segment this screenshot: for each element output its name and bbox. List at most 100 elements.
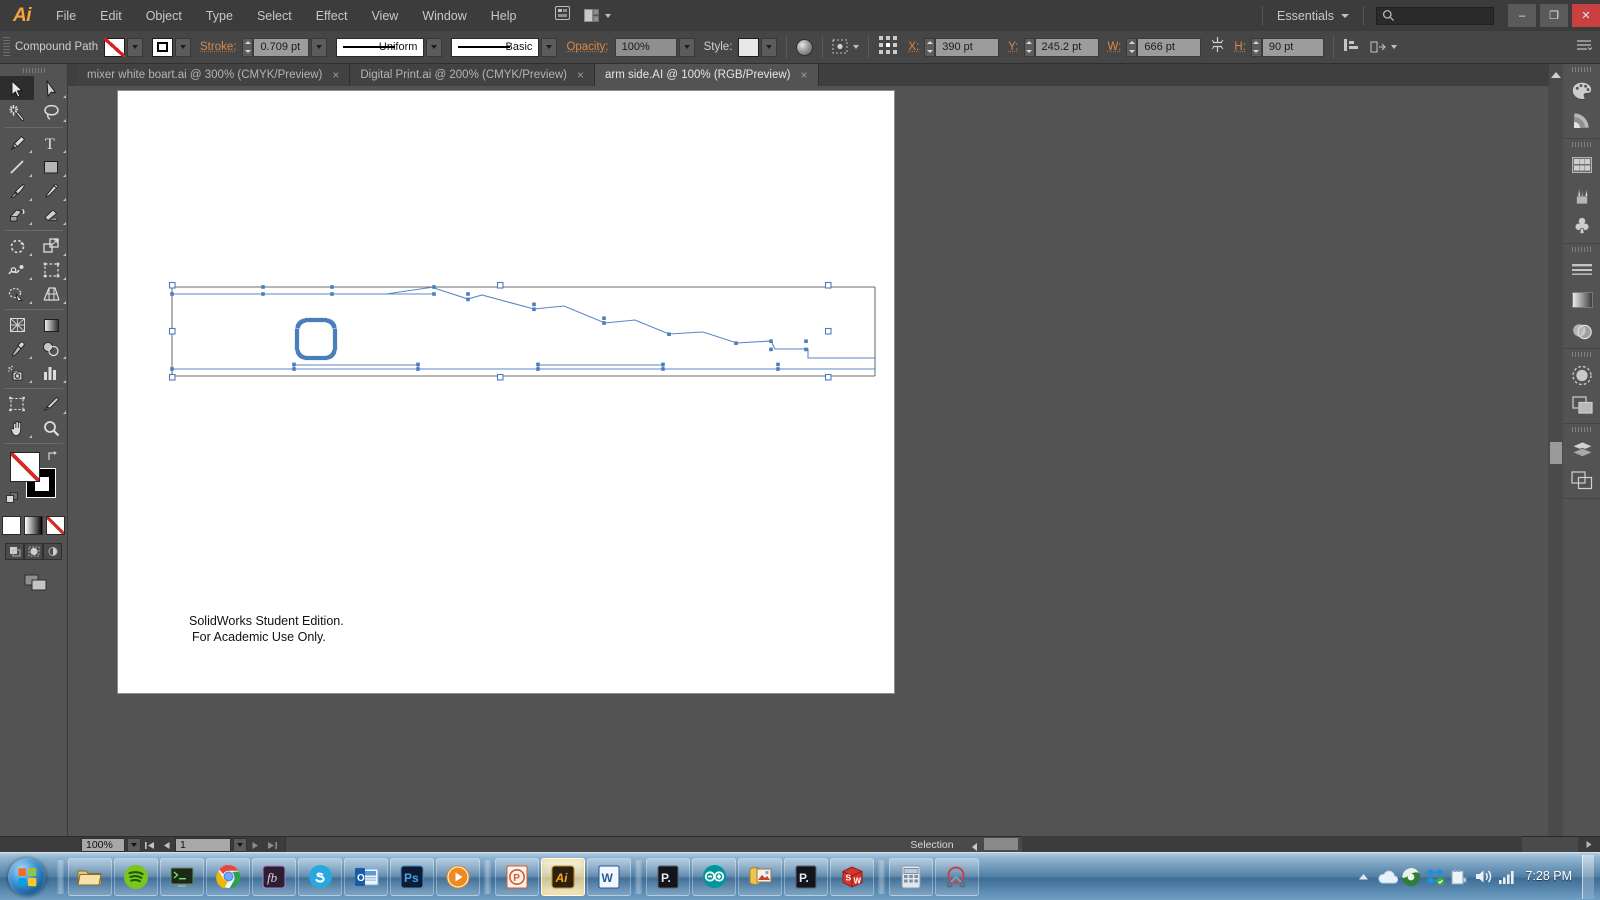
control-bar-overflow-icon[interactable] xyxy=(1576,38,1593,57)
reference-point-selector[interactable] xyxy=(878,35,899,60)
tab-close-icon[interactable]: × xyxy=(577,68,584,82)
menu-effect[interactable]: Effect xyxy=(304,0,360,31)
direct-selection-tool[interactable] xyxy=(34,76,68,100)
network-signal-icon[interactable] xyxy=(1495,857,1519,897)
menu-file[interactable]: File xyxy=(44,0,88,31)
color-guide-icon[interactable] xyxy=(1563,105,1600,135)
artwork-compound-path[interactable] xyxy=(118,91,894,693)
opacity-dropdown-icon[interactable] xyxy=(678,37,695,57)
fill-swatch[interactable] xyxy=(104,37,125,57)
panel-dock-scroll-thumb[interactable] xyxy=(1550,442,1562,464)
expand-panels-icon[interactable] xyxy=(1551,72,1561,78)
scale-tool[interactable] xyxy=(34,234,68,258)
taskbar-powerpoint-1[interactable]: P xyxy=(495,857,539,896)
minimize-button[interactable]: – xyxy=(1508,4,1536,27)
h-stepper[interactable] xyxy=(1250,37,1262,57)
fill-indicator-swatch[interactable] xyxy=(10,452,40,482)
opacity-label[interactable]: Opacity: xyxy=(566,41,608,53)
draw-normal-icon[interactable] xyxy=(5,543,24,560)
x-field-control[interactable]: 390 pt xyxy=(924,37,1000,57)
transform-effects-control[interactable] xyxy=(832,39,860,55)
x-stepper[interactable] xyxy=(924,37,936,57)
zoom-tool[interactable] xyxy=(34,416,68,440)
taskbar-spotify[interactable] xyxy=(114,857,158,896)
taskbar-google-chrome[interactable] xyxy=(206,857,250,896)
taskbar-illustrator[interactable]: Ai xyxy=(541,857,585,896)
draw-inside-icon[interactable] xyxy=(43,543,62,560)
volume-icon[interactable] xyxy=(1471,857,1495,897)
stroke-dropdown-icon[interactable] xyxy=(175,37,191,57)
stroke-weight-value[interactable]: 0.709 pt xyxy=(253,37,310,57)
tools-panel-grip[interactable] xyxy=(0,64,67,76)
stroke-weight-stepper[interactable] xyxy=(242,37,254,57)
menu-help[interactable]: Help xyxy=(479,0,529,31)
bridge-icon[interactable] xyxy=(554,6,570,25)
panel-dock-collapse-bar[interactable] xyxy=(1549,64,1563,836)
stroke-color-control[interactable] xyxy=(152,37,191,57)
hand-tool[interactable] xyxy=(0,416,34,440)
panel-group-grip[interactable] xyxy=(1563,349,1600,360)
line-segment-tool[interactable] xyxy=(0,155,34,179)
y-stepper[interactable] xyxy=(1023,37,1035,57)
taskbar-word[interactable]: W xyxy=(587,857,631,896)
type-tool[interactable]: T xyxy=(34,131,68,155)
w-field-control[interactable]: 666 pt xyxy=(1126,37,1202,57)
panel-group-grip[interactable] xyxy=(1563,139,1600,150)
gradient-panel-icon[interactable] xyxy=(1563,285,1600,315)
restore-button[interactable]: ❐ xyxy=(1540,4,1568,27)
menu-type[interactable]: Type xyxy=(194,0,245,31)
y-value[interactable]: 245.2 pt xyxy=(1034,37,1099,57)
taskbar-fb-app[interactable]: fb xyxy=(252,857,296,896)
transparency-panel-icon[interactable] xyxy=(1563,315,1600,345)
stroke-panel-icon[interactable] xyxy=(1563,255,1600,285)
taskbar-pdf-app-2[interactable]: P. xyxy=(784,857,828,896)
none-mode-button[interactable] xyxy=(46,516,65,535)
onedrive-icon[interactable] xyxy=(1375,857,1399,897)
tab-close-icon[interactable]: × xyxy=(332,68,339,82)
symbols-panel-icon[interactable] xyxy=(1563,210,1600,240)
menu-edit[interactable]: Edit xyxy=(88,0,134,31)
recolor-artwork-icon[interactable] xyxy=(796,38,814,56)
control-bar-grip[interactable] xyxy=(3,36,10,58)
fill-dropdown-icon[interactable] xyxy=(127,37,143,57)
zoom-level-dropdown-icon[interactable] xyxy=(127,838,141,852)
close-button[interactable]: ✕ xyxy=(1572,4,1600,27)
search-input[interactable] xyxy=(1376,6,1494,25)
column-graph-tool[interactable] xyxy=(34,361,68,385)
canvas-horizontal-scrollbar[interactable] xyxy=(972,836,1522,852)
artboards-panel-icon[interactable] xyxy=(1563,465,1600,495)
canvas-area[interactable]: SolidWorks Student Edition. For Academic… xyxy=(68,86,1522,836)
artboard-tool[interactable] xyxy=(0,392,34,416)
opacity-value[interactable]: 100% xyxy=(614,37,677,57)
blob-brush-tool[interactable] xyxy=(0,203,34,227)
screen-mode-icon[interactable] xyxy=(24,574,46,591)
zoom-level-input[interactable]: 100% xyxy=(81,838,125,852)
start-button[interactable] xyxy=(0,854,54,900)
taskbar-outlook[interactable]: O xyxy=(344,857,388,896)
appearance-panel-icon[interactable] xyxy=(1563,360,1600,390)
eraser-tool[interactable] xyxy=(34,203,68,227)
draw-behind-icon[interactable] xyxy=(24,543,43,560)
document-tab-digital-print[interactable]: Digital Print.ai @ 200% (CMYK/Preview) × xyxy=(350,64,595,86)
perspective-grid-tool[interactable] xyxy=(34,282,68,306)
lasso-tool[interactable] xyxy=(34,100,68,124)
transform-panel-icon[interactable] xyxy=(1370,39,1397,55)
stroke-weight-dropdown-icon[interactable] xyxy=(311,37,328,57)
taskbar-skype[interactable] xyxy=(298,857,342,896)
symbol-sprayer-tool[interactable] xyxy=(0,361,34,385)
rotate-tool[interactable] xyxy=(0,234,34,258)
mesh-tool[interactable] xyxy=(0,313,34,337)
paintbrush-tool[interactable] xyxy=(0,179,34,203)
magic-wand-tool[interactable] xyxy=(0,100,34,124)
gradient-mode-button[interactable] xyxy=(24,516,43,535)
w-value[interactable]: 666 pt xyxy=(1137,37,1202,57)
brush-definition-value[interactable]: Basic xyxy=(451,37,540,57)
document-tab-arm-side[interactable]: arm side.AI @ 100% (RGB/Preview) × xyxy=(595,64,819,86)
document-tab-mixer-white-boart[interactable]: mixer white boart.ai @ 300% (CMYK/Previe… xyxy=(77,64,351,86)
color-panel-icon[interactable] xyxy=(1563,75,1600,105)
taskbar-calculator[interactable] xyxy=(889,857,933,896)
brush-definition-control[interactable]: Basic xyxy=(451,37,558,57)
width-tool[interactable] xyxy=(0,258,34,282)
pen-tool[interactable] xyxy=(0,131,34,155)
show-desktop-button[interactable] xyxy=(1582,854,1594,899)
